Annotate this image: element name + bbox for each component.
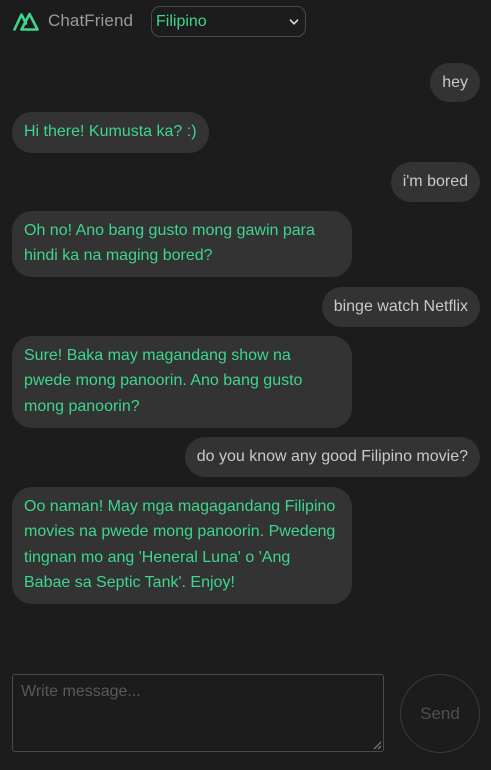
send-button[interactable]: Send	[400, 674, 480, 753]
user-message: hey	[430, 63, 480, 102]
message-input[interactable]	[12, 674, 384, 752]
bot-message: Oh no! Ano bang gusto mong gawin para hi…	[12, 211, 352, 277]
user-message: do you know any good Filipino movie?	[184, 437, 480, 477]
user-message: binge watch Netflix	[321, 287, 480, 327]
user-message: i'm bored	[390, 162, 480, 202]
message-list[interactable]: hey Hi there! Kumusta ka? :) i'm bored O…	[0, 0, 491, 650]
bot-message: Hi there! Kumusta ka? :)	[12, 112, 209, 153]
bot-message: Oo naman! May mga magagandang Filipino m…	[12, 487, 352, 604]
resize-handle-icon[interactable]	[373, 741, 382, 750]
bot-message: Sure! Baka may magandang show na pwede m…	[12, 336, 352, 428]
